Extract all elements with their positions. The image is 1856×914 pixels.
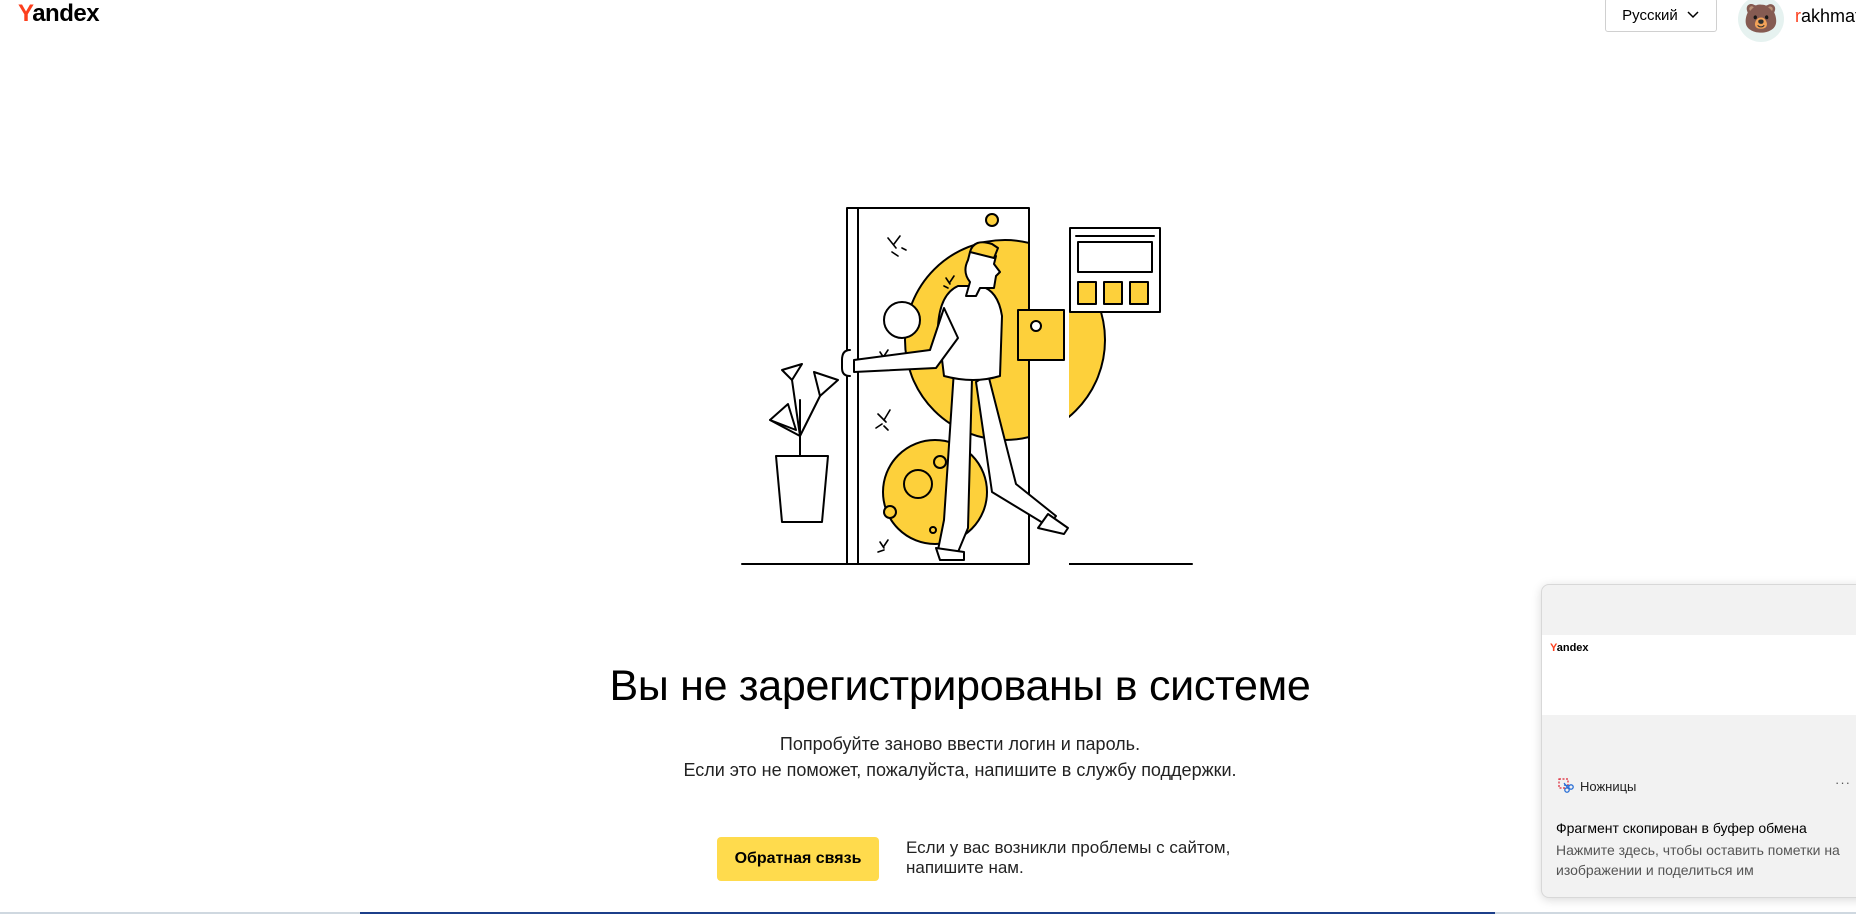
- snip-notification[interactable]: Yandex Ножницы ··· Фрагмент скопирован в…: [1541, 584, 1856, 898]
- snip-body: Нажмите здесь, чтобы оставить пометки на…: [1556, 840, 1856, 880]
- feedback-note-line-2: напишите нам.: [906, 858, 1024, 877]
- bear-avatar-icon: 🐻: [1743, 3, 1779, 34]
- snip-title: Фрагмент скопирован в буфер обмена: [1556, 820, 1807, 836]
- more-options-icon[interactable]: ···: [1835, 775, 1851, 790]
- username[interactable]: rakhmat: [1795, 6, 1856, 27]
- snip-app-name: Ножницы: [1580, 778, 1637, 794]
- scissors-icon: [1558, 778, 1574, 793]
- snip-body-line-2: изображении и поделиться им: [1556, 862, 1754, 878]
- feedback-button[interactable]: Обратная связь: [717, 837, 879, 881]
- yandex-logo[interactable]: Yandex: [18, 0, 100, 28]
- language-label: Русский: [1622, 6, 1678, 24]
- door-illustration: [741, 206, 1193, 566]
- page: Yandex Русский 🐻 rakhmat Вы не зарегистр…: [0, 0, 1856, 914]
- avatar[interactable]: 🐻: [1738, 0, 1784, 42]
- preview-yandex-logo: Yandex: [1550, 642, 1589, 654]
- chevron-down-icon: [1687, 11, 1699, 19]
- feedback-note: Если у вас возникли проблемы с сайтом, н…: [906, 838, 1230, 878]
- snip-app-header: Ножницы: [1558, 778, 1636, 794]
- feedback-note-line-1: Если у вас возникли проблемы с сайтом,: [906, 838, 1231, 857]
- language-select[interactable]: Русский: [1605, 0, 1717, 32]
- snip-preview: Yandex: [1542, 635, 1856, 715]
- snip-body-line-1: Нажмите здесь, чтобы оставить пометки на: [1556, 842, 1840, 858]
